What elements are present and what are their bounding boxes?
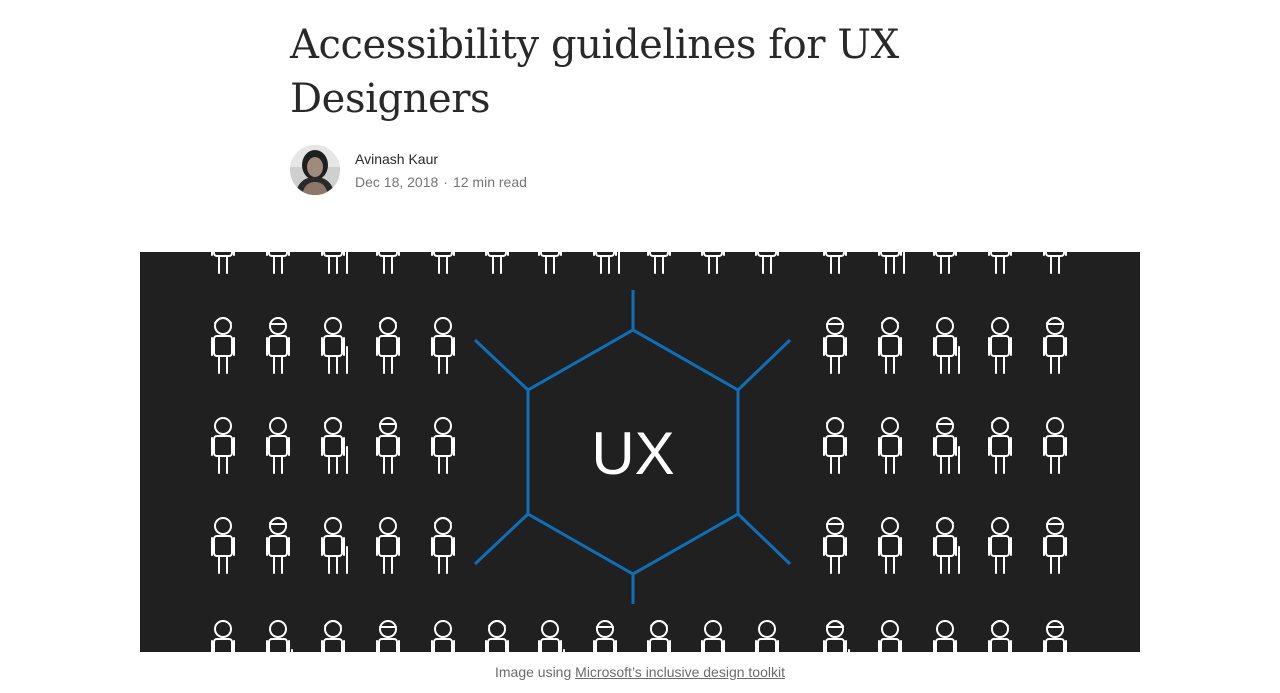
image-caption: Image using Microsoft’s inclusive design… [0,662,1280,682]
author-byline: Avinash Kaur Dec 18, 2018 · 12 min read [290,145,527,195]
author-photo [290,145,340,195]
caption-link[interactable]: Microsoft’s inclusive design toolkit [575,664,785,680]
post-info: Dec 18, 2018 · 12 min read [355,172,527,192]
inclusive-design-illustration: UX [140,217,1140,677]
author-name[interactable]: Avinash Kaur [355,149,527,169]
hero-center-text: UX [591,420,674,487]
author-meta: Avinash Kaur Dec 18, 2018 · 12 min read [355,149,527,192]
post-date: Dec 18, 2018 [355,173,439,190]
author-avatar[interactable] [290,145,340,195]
caption-prefix: Image using [494,664,576,680]
article-title: Accessibility guidelines for UX Designer… [290,22,899,122]
read-time: 12 min read [452,173,527,190]
meta-separator: · [443,173,448,190]
hero-image: UX [140,217,1140,677]
